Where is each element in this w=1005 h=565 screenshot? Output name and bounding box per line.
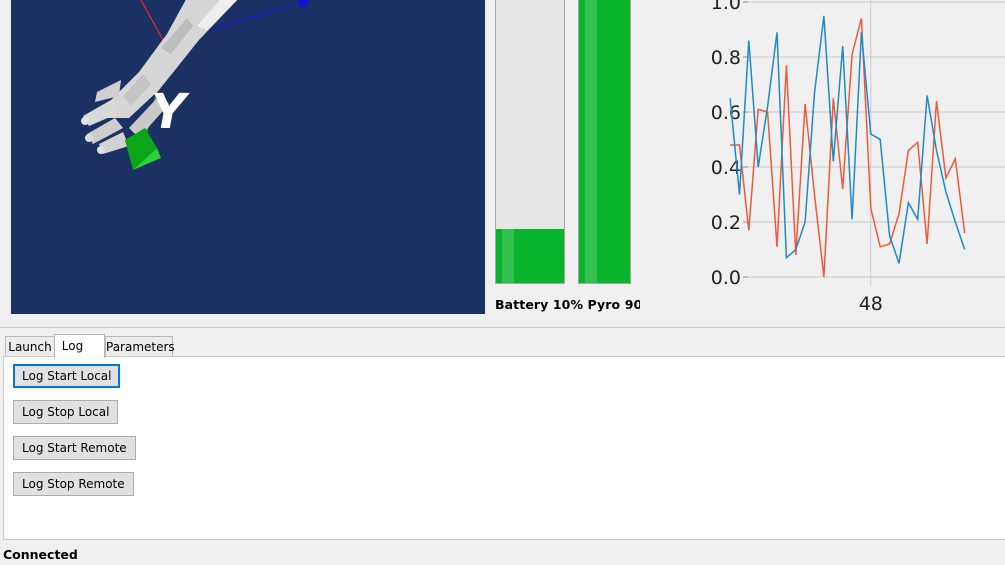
x-tick-label: 48: [859, 293, 883, 315]
pyro-gauge-fill: [579, 0, 630, 283]
pyro-gauge: [578, 0, 631, 284]
status-bar: Connected: [0, 541, 1005, 565]
rocket-3d-viewport[interactable]: Y: [11, 0, 485, 314]
series-line: [729, 15, 966, 264]
gauge-labels: Battery 10% Pyro 90%: [495, 297, 655, 312]
y-tick-label: 1.0: [711, 0, 741, 14]
x-axis-line: [140, 0, 164, 41]
y-tick-label: 0.0: [711, 267, 741, 289]
y-tick-label: 0.8: [711, 47, 741, 69]
telemetry-plot-canvas: 0.00.20.40.60.81.048: [711, 0, 1005, 315]
tab-log[interactable]: Log: [54, 334, 105, 358]
log-stop-local-button[interactable]: Log Stop Local: [13, 400, 119, 424]
rocket-3d-scene: Y: [81, 0, 310, 170]
tab-launch[interactable]: Launch: [5, 336, 55, 357]
y-tick-label: 0.2: [711, 212, 741, 234]
pyro-label: Pyro: [587, 297, 621, 312]
connection-status: Connected: [3, 547, 78, 562]
battery-label: Battery: [495, 297, 549, 312]
log-start-local-button[interactable]: Log Start Local: [13, 364, 121, 388]
log-tab-panel: Log Start Local Log Stop Local Log Start…: [3, 356, 1005, 540]
battery-gauge-fill: [496, 229, 564, 283]
y-axis-label: Y: [151, 84, 190, 140]
log-start-remote-button[interactable]: Log Start Remote: [13, 436, 136, 460]
tab-parameters[interactable]: Parameters: [105, 336, 175, 357]
battery-gauge: [495, 0, 565, 284]
y-tick-label: 0.6: [711, 102, 741, 124]
tab-bar: Launch Log Parameters: [0, 327, 1005, 358]
log-stop-remote-button[interactable]: Log Stop Remote: [13, 472, 134, 496]
telemetry-plot[interactable]: 0.0 0.2 0.4 0.6 0.8 1.0 48: [640, 0, 1005, 322]
battery-percent: 10%: [552, 297, 584, 312]
